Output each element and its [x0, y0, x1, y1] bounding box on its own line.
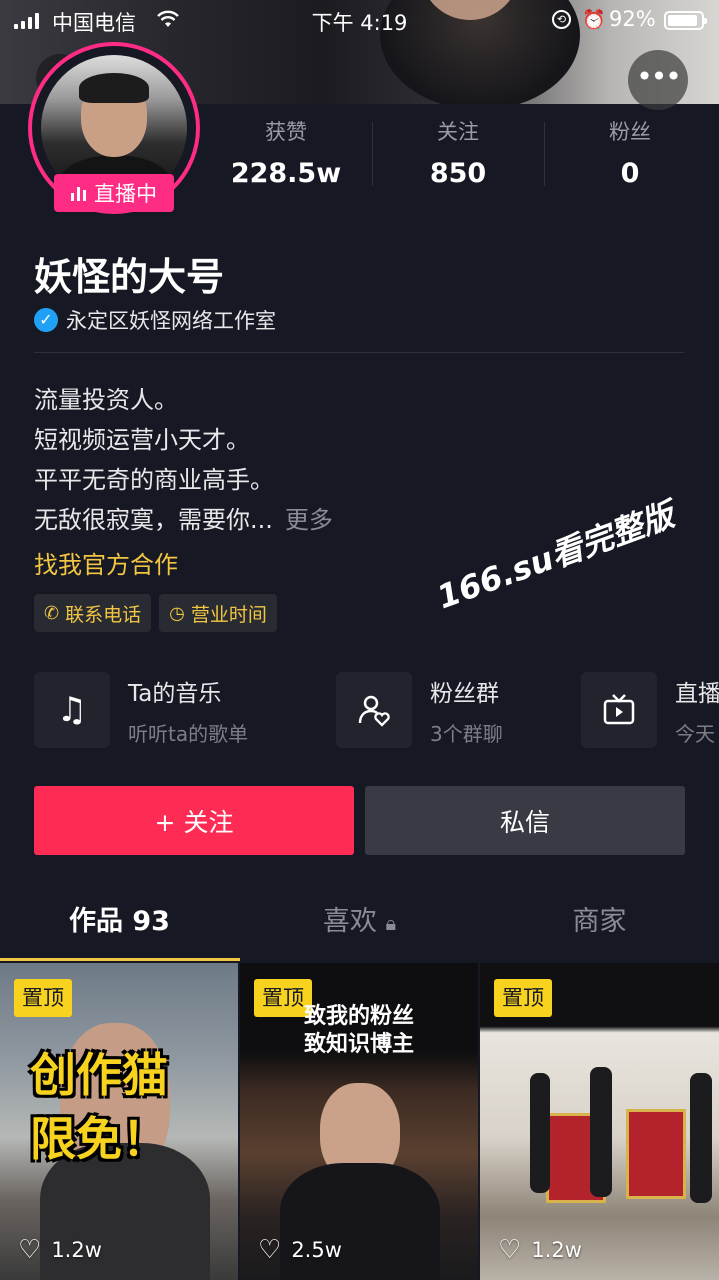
profile-tabs: 作品 93 喜欢 🔒︎ 商家	[0, 890, 719, 962]
video-caption: 致我的粉丝 致知识博主	[240, 1003, 478, 1059]
likes-count: 2.5w	[291, 1238, 342, 1262]
profile-page: 中国电信 下午 4:19 ⟲ ⏰ 92% ‹ ••• 直播中 获赞 228.5w…	[0, 0, 719, 1280]
message-button[interactable]: 私信	[365, 786, 685, 855]
feature-card-fan-group[interactable]: 粉丝群 3个群聊	[336, 672, 503, 748]
bio-line: 无敌很寂寞，需要你...	[34, 506, 273, 534]
video-likes: ♡ 1.2w	[18, 1235, 102, 1265]
follow-button[interactable]: + 关注	[34, 786, 354, 855]
video-likes: ♡ 2.5w	[258, 1235, 342, 1265]
verified-org-label: 永定区妖怪网络工作室	[66, 309, 276, 333]
live-badge[interactable]: 直播中	[54, 174, 174, 212]
clock-icon: ◷	[169, 602, 185, 624]
tab-label: 作品 93	[69, 906, 170, 937]
tab-merchant[interactable]: 商家	[480, 890, 719, 958]
video-caption: 创作猫 限免！	[30, 1043, 168, 1171]
tv-icon	[581, 672, 657, 748]
bio-line: 流量投资人。	[34, 386, 178, 414]
stat-likes-label: 获赞	[265, 120, 307, 144]
feature-title: 粉丝群	[430, 680, 499, 707]
chip-label: 联系电话	[65, 603, 142, 626]
business-hours-chip[interactable]: ◷ 营业时间	[159, 594, 277, 632]
battery-icon	[664, 11, 707, 30]
verified-check-icon: ✓	[34, 308, 58, 332]
caption-line: 限免！	[30, 1112, 168, 1166]
tab-likes[interactable]: 喜欢 🔒︎	[240, 890, 479, 958]
stat-followers-label: 粉丝	[609, 120, 651, 144]
caption-line: 致我的粉丝	[303, 1004, 414, 1029]
bio-more-link[interactable]: 更多	[285, 506, 333, 534]
bio-line: 平平无奇的商业高手。	[34, 466, 274, 494]
alarm-icon: ⏰	[582, 9, 606, 31]
heart-icon: ♡	[18, 1235, 42, 1265]
verified-org[interactable]: ✓ 永定区妖怪网络工作室	[34, 305, 276, 335]
fan-group-icon	[336, 672, 412, 748]
music-note-icon: ♫	[34, 672, 110, 748]
caption-line: 致知识博主	[303, 1032, 414, 1057]
official-cooperation-link[interactable]: 找我官方合作	[34, 545, 178, 580]
bio-line: 短视频运营小天才。	[34, 426, 250, 454]
feature-subtitle: 听听ta的歌单	[128, 721, 249, 746]
lock-icon: 🔒︎	[385, 911, 397, 935]
feature-cards: ♫ Ta的音乐 听听ta的歌单 粉丝群 3个群聊 直播 今天	[34, 672, 719, 750]
video-thumbnail[interactable]: 置顶 致我的粉丝 致知识博主 ♡ 2.5w	[240, 963, 478, 1280]
tab-works[interactable]: 作品 93	[0, 890, 239, 958]
video-thumbnail[interactable]: 置顶 创作猫 限免！ ♡ 1.2w	[0, 963, 238, 1280]
pinned-badge: 置顶	[494, 979, 552, 1017]
likes-count: 1.2w	[531, 1238, 582, 1262]
tab-label: 喜欢	[322, 906, 377, 937]
feature-card-live[interactable]: 直播 今天	[581, 672, 719, 748]
heart-icon: ♡	[498, 1235, 522, 1265]
feature-card-music[interactable]: ♫ Ta的音乐 听听ta的歌单	[34, 672, 248, 748]
rotation-lock-icon: ⟲	[552, 10, 571, 29]
battery-percent: 92%	[609, 7, 656, 31]
tab-label: 商家	[572, 906, 627, 937]
stat-followers-value: 0	[620, 158, 640, 189]
feature-subtitle: 3个群聊	[430, 721, 503, 746]
stat-following-label: 关注	[437, 120, 479, 144]
profile-nickname: 妖怪的大号	[34, 255, 225, 299]
contact-chips: ✆ 联系电话 ◷ 营业时间	[34, 594, 277, 632]
tab-active-indicator	[0, 958, 240, 961]
stat-likes-value: 228.5w	[230, 158, 342, 189]
video-thumbnail[interactable]: 置顶 ♡ 1.2w	[480, 963, 719, 1280]
phone-icon: ✆	[44, 602, 60, 624]
chip-label: 营业时间	[190, 603, 267, 626]
contact-phone-chip[interactable]: ✆ 联系电话	[34, 594, 152, 632]
profile-stats: 获赞 228.5w 关注 850 粉丝 0	[200, 112, 719, 192]
heart-icon: ♡	[258, 1235, 282, 1265]
feature-title: Ta的音乐	[128, 680, 222, 707]
feature-title: 直播	[675, 680, 719, 707]
watermark-text: 166.su看完整版	[432, 495, 679, 617]
live-bars-icon	[71, 185, 86, 201]
stat-following[interactable]: 关注 850	[372, 112, 544, 189]
status-bar: 中国电信 下午 4:19 ⟲ ⏰ 92%	[0, 0, 719, 40]
pinned-badge: 置顶	[14, 979, 72, 1017]
stat-likes[interactable]: 获赞 228.5w	[200, 112, 372, 189]
profile-bio[interactable]: 流量投资人。 短视频运营小天才。 平平无奇的商业高手。 无敌很寂寞，需要你...…	[34, 380, 333, 540]
video-grid: 置顶 创作猫 限免！ ♡ 1.2w 置顶 致我的粉丝 致知识博主 ♡ 2.5w 置顶	[0, 963, 719, 1280]
stat-followers[interactable]: 粉丝 0	[544, 112, 716, 189]
live-label: 直播中	[94, 182, 157, 206]
likes-count: 1.2w	[51, 1238, 102, 1262]
video-likes: ♡ 1.2w	[498, 1235, 582, 1265]
more-options-button[interactable]: •••	[628, 50, 688, 110]
caption-line: 创作猫	[30, 1048, 168, 1102]
divider	[34, 352, 684, 353]
feature-subtitle: 今天	[675, 721, 715, 746]
stat-following-value: 850	[429, 158, 487, 189]
